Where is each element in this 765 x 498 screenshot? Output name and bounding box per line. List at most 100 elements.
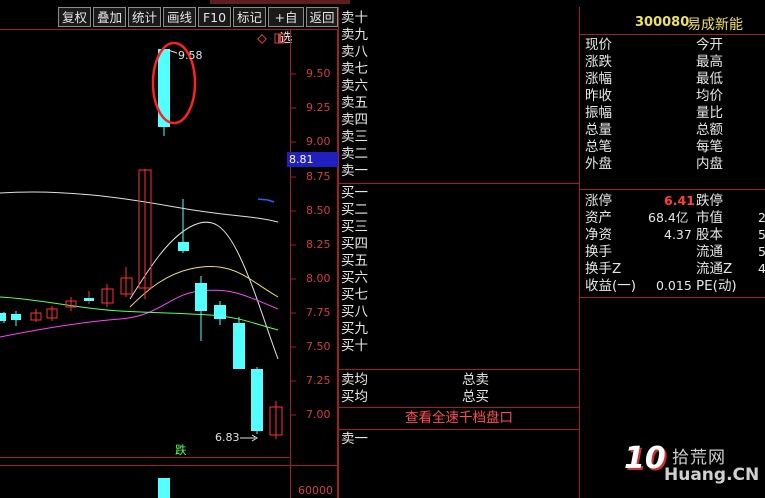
total-buy-label: 总买: [462, 389, 489, 405]
overlay-button[interactable]: 叠加: [93, 7, 126, 27]
eps-label: 收益(一): [585, 278, 637, 294]
quote-label: 昨收: [585, 88, 612, 104]
sell-level-7: 卖七: [341, 61, 368, 77]
watermark-badge: 10: [624, 441, 666, 476]
float-z-partial: 4: [758, 261, 765, 276]
quote-label: 量比: [696, 105, 723, 121]
sell-level-3: 卖三: [341, 129, 368, 145]
back-button[interactable]: 返回: [306, 7, 338, 27]
sell-avg-label: 卖均: [341, 372, 368, 388]
stock-name: 易成新能: [687, 17, 743, 33]
quote-label: 涨跌: [585, 54, 612, 70]
share-capital-label: 股本: [696, 227, 723, 243]
bottom-sell-level-1: 卖一: [341, 431, 368, 447]
price-tick-label: 8.75: [306, 170, 331, 183]
candle: [0, 312, 6, 323]
high-price-label: 9.58: [178, 49, 203, 62]
chart-mode-icons[interactable]: [257, 33, 285, 44]
buy-level-1: 买一: [341, 185, 368, 201]
candle: [11, 311, 21, 326]
ob-divider: [338, 183, 580, 184]
assets-label: 资产: [585, 210, 612, 226]
kline-svg: [0, 29, 338, 498]
candle: [269, 401, 283, 439]
quote-label: 涨幅: [585, 71, 612, 87]
quote-label: 最高: [696, 54, 723, 70]
statistics-button[interactable]: 统计: [128, 7, 161, 27]
quote-label: 总量: [585, 122, 612, 138]
float-partial: 5: [758, 244, 765, 259]
add-favorite-button[interactable]: +自选: [268, 7, 304, 45]
volume-bar: [158, 478, 170, 498]
buy-level-2: 买二: [341, 202, 368, 218]
quote-label: 外盘: [585, 156, 612, 172]
banner-fragment: [210, 0, 350, 4]
net-assets-label: 净资: [585, 227, 612, 243]
market-value-label: 市值: [696, 210, 723, 226]
buy-level-6: 买六: [341, 270, 368, 286]
buy-level-8: 买八: [341, 304, 368, 320]
info-divider: [580, 189, 765, 190]
sell-level-10: 卖十: [341, 10, 368, 26]
ob-divider: [338, 369, 580, 370]
kline-chart[interactable]: 9.58 6.83 跌 9.50 9.25 9.00 8.75 8.50 8.2…: [0, 29, 339, 498]
quote-label: 振幅: [585, 105, 612, 121]
candle: [84, 291, 94, 304]
candle: [178, 199, 189, 253]
turnover-label: 换手: [585, 244, 612, 260]
price-tick-label: 7.50: [306, 340, 331, 353]
quote-label: 内盘: [696, 156, 723, 172]
candle: [195, 276, 207, 341]
buy-level-4: 买四: [341, 236, 368, 252]
sell-level-4: 卖四: [341, 112, 368, 128]
net-assets-value: 4.37: [664, 227, 692, 242]
square-fill-icon: [278, 34, 281, 43]
limit-down-label: 跌停: [696, 193, 723, 209]
price-tick-label: 7.00: [306, 408, 331, 421]
buy-level-7: 买七: [341, 287, 368, 303]
candle: [233, 317, 245, 369]
price-tick-label: 8.25: [306, 238, 331, 251]
candles: [0, 49, 283, 439]
price-tick-label: 9.00: [306, 135, 331, 148]
price-tick-label: 8.50: [306, 204, 331, 217]
sell-level-6: 卖六: [341, 78, 368, 94]
ob-divider: [338, 407, 580, 408]
draw-line-button[interactable]: 画线: [163, 7, 196, 27]
chart-toolbar: 复权 叠加 统计 画线 F10 标记 +自选 返回: [0, 7, 340, 45]
low-price-label: 6.83: [215, 431, 240, 444]
turnover-z-label: 换手Z: [585, 261, 622, 277]
candle: [30, 309, 42, 322]
sell-level-2: 卖二: [341, 146, 368, 162]
buy-avg-label: 买均: [341, 389, 368, 405]
mark-button[interactable]: 标记: [233, 7, 266, 27]
candle: [65, 297, 77, 311]
fuquan-button[interactable]: 复权: [58, 7, 91, 27]
sell-level-1: 卖一: [341, 163, 368, 179]
order-book-panel: 卖十 卖九 卖八 卖七 卖六 卖五 卖四 卖三 卖二 卖一 买一 买二 买三 买…: [338, 7, 580, 498]
f10-button[interactable]: F10: [198, 7, 231, 27]
quote-label: 现价: [585, 37, 612, 53]
watermark-subtitle: Huang.CN: [664, 465, 760, 485]
quote-label: 最低: [696, 71, 723, 87]
candle: [138, 169, 152, 299]
price-tick-label: 8.00: [306, 272, 331, 285]
sell-level-5: 卖五: [341, 95, 368, 111]
info-divider: [580, 297, 765, 298]
limit-up-value: 6.41: [664, 193, 695, 208]
total-sell-label: 总卖: [462, 372, 489, 388]
float-label: 流通: [696, 244, 723, 260]
quote-label: 均价: [696, 88, 723, 104]
volume-tick-label: 60000: [298, 484, 333, 497]
full-depth-link[interactable]: 查看全速千档盘口: [338, 409, 580, 427]
market-value-partial: 2: [758, 210, 765, 225]
price-tick-label: 9.50: [306, 67, 331, 80]
pe-label: PE(动): [696, 278, 737, 294]
quote-panel: 300080 易成新能 现价 今开 涨跌 最高 涨幅 最低 昨收 均价 振幅 量…: [580, 7, 765, 498]
top-banner-strip: [0, 0, 765, 7]
diamond-icon: [257, 34, 267, 44]
assets-value: 68.4亿: [648, 210, 689, 225]
ma-line-blue-fragment: [257, 198, 275, 203]
candle: [46, 306, 58, 321]
candle: [101, 284, 114, 307]
